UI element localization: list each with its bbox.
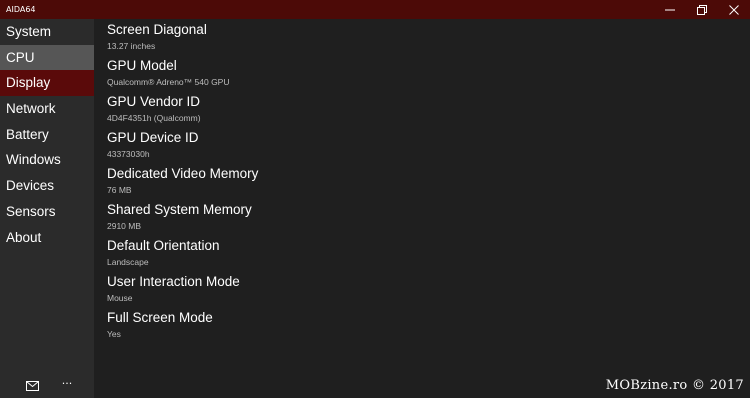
property-label: GPU Device ID [107,130,199,145]
property-label: Screen Diagonal [107,22,207,37]
property-value: Qualcomm® Adreno™ 540 GPU [107,77,230,87]
property-label: Dedicated Video Memory [107,166,259,181]
title-bar[interactable]: AIDA64 [0,0,750,19]
property-shared-system-memory: Shared System Memory 2910 MB [107,202,252,232]
close-icon [729,4,739,15]
property-gpu-vendor-id: GPU Vendor ID 4D4F4351h (Qualcomm) [107,94,201,124]
property-label: User Interaction Mode [107,274,240,289]
sidebar-item-system[interactable]: System [0,19,94,45]
property-full-screen-mode: Full Screen Mode Yes [107,310,213,340]
property-value: 76 MB [107,185,132,195]
property-label: Full Screen Mode [107,310,213,325]
property-label: Default Orientation [107,238,220,253]
restore-button[interactable] [686,0,718,19]
property-gpu-model: GPU Model Qualcomm® Adreno™ 540 GPU [107,58,229,88]
property-screen-diagonal: Screen Diagonal 13.27 inches [107,22,207,52]
property-value: 2910 MB [107,221,142,231]
property-value: Mouse [107,293,133,303]
app-window: AIDA64 System CPU Display Network Batter… [0,0,750,398]
property-value: 4D4F4351h (Qualcomm) [107,113,201,123]
display-properties-panel: Screen Diagonal 13.27 inches GPU Model Q… [94,19,750,398]
property-value: Yes [107,329,121,339]
sidebar-item-devices[interactable]: Devices [0,173,94,199]
property-gpu-device-id: GPU Device ID 43373030h [107,130,199,160]
feedback-button[interactable] [26,377,40,391]
sidebar-nav: System CPU Display Network Battery Windo… [0,19,94,398]
property-dedicated-video-memory: Dedicated Video Memory 76 MB [107,166,258,196]
sidebar-item-battery[interactable]: Battery [0,122,94,148]
window-controls [654,0,750,19]
sidebar-item-about[interactable]: About [0,225,94,251]
property-value: 13.27 inches [107,41,156,51]
property-user-interaction-mode: User Interaction Mode Mouse [107,274,240,304]
sidebar-item-cpu[interactable]: CPU [0,44,94,71]
window-title: AIDA64 [6,5,36,14]
more-options-button[interactable]: ... [60,374,74,390]
watermark-text: MOBzine.ro © 2017 [605,378,744,393]
sidebar-footer: ... [0,370,94,398]
property-label: Shared System Memory [107,202,252,217]
sidebar-item-windows[interactable]: Windows [0,147,94,173]
sidebar-item-display[interactable]: Display [0,70,94,97]
sidebar-item-sensors[interactable]: Sensors [0,199,94,225]
minimize-icon [665,9,675,10]
property-value: Landscape [107,257,149,267]
property-label: GPU Vendor ID [107,94,201,109]
property-default-orientation: Default Orientation Landscape [107,238,220,268]
mail-icon [26,381,39,391]
sidebar-item-network[interactable]: Network [0,96,94,122]
property-value: 43373030h [107,149,150,159]
property-label: GPU Model [107,58,177,73]
restore-icon [697,4,707,15]
minimize-button[interactable] [654,0,686,19]
close-button[interactable] [718,0,750,19]
